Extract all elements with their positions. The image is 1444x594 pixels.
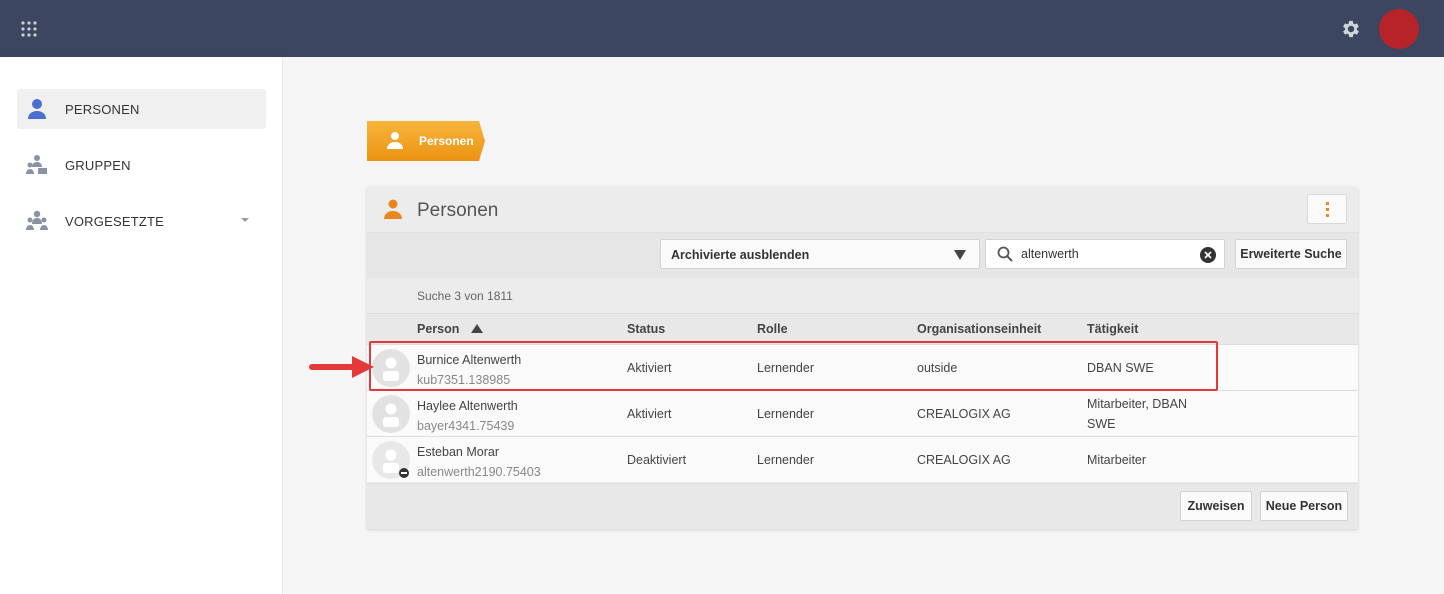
chevron-down-icon[interactable] <box>241 218 249 222</box>
table-row[interactable]: Haylee Altenwerth bayer4341.75439 Aktivi… <box>367 390 1358 436</box>
sidebar-item-vorgesetzte[interactable]: VORGESETZTE <box>17 201 266 241</box>
panel-title: Personen <box>417 200 499 221</box>
person-name: Haylee Altenwerth <box>417 399 518 413</box>
panel-footer: Zuweisen Neue Person <box>367 483 1358 529</box>
person-icon <box>384 199 402 219</box>
breadcrumb-label: Personen <box>419 134 474 148</box>
column-header-organisationseinheit[interactable]: Organisationseinheit <box>917 322 1041 336</box>
column-header-taetigkeit[interactable]: Tätigkeit <box>1087 322 1138 336</box>
search-icon <box>997 246 1013 262</box>
result-count: Suche 3 von 1811 <box>417 289 513 303</box>
dropdown-arrow-icon <box>954 250 966 260</box>
person-icon <box>28 99 46 119</box>
status-cell: Deaktiviert <box>627 453 687 467</box>
red-arrow-annotation-icon <box>309 356 374 378</box>
sidebar-item-label: PERSONEN <box>65 102 140 117</box>
more-menu-button[interactable] <box>1307 194 1347 224</box>
grid-apps-icon[interactable] <box>20 20 38 38</box>
column-header-label: Person <box>417 322 460 336</box>
archive-filter-value: Archivierte ausblenden <box>671 248 810 262</box>
org-cell: outside <box>917 361 958 375</box>
breadcrumb-personen[interactable]: Personen <box>367 121 485 161</box>
search-box <box>985 239 1225 269</box>
filter-bar: Archivierte ausblenden Erweiterte Suche <box>367 233 1358 278</box>
sidebar-item-label: GRUPPEN <box>65 158 131 173</box>
table-row[interactable]: Burnice Altenwerth kub7351.138985 Aktivi… <box>367 344 1358 390</box>
person-login: bayer4341.75439 <box>417 419 515 433</box>
assign-button[interactable]: Zuweisen <box>1180 491 1252 521</box>
person-placeholder-avatar <box>372 349 410 387</box>
activity-cell: Mitarbeiter <box>1087 453 1147 467</box>
archive-filter-select[interactable]: Archivierte ausblenden <box>660 239 980 269</box>
person-icon <box>387 132 403 149</box>
person-name: Burnice Altenwerth <box>417 353 522 367</box>
activity-cell: Mitarbeiter, DBAN <box>1087 397 1188 411</box>
role-cell: Lernender <box>757 361 814 375</box>
person-login: kub7351.138985 <box>417 373 511 387</box>
column-header-person[interactable]: Person <box>417 322 484 336</box>
persons-panel: Personen Archivierte ausblenden Erweiter… <box>367 187 1358 529</box>
org-cell: CREALOGIX AG <box>917 407 1011 421</box>
person-placeholder-avatar <box>372 441 410 479</box>
sidebar-item-gruppen[interactable]: GRUPPEN <box>17 145 266 185</box>
user-avatar[interactable] <box>1379 9 1419 49</box>
sort-ascending-icon <box>471 324 484 333</box>
sidebar-item-label: VORGESETZTE <box>65 214 164 229</box>
top-bar <box>0 0 1444 57</box>
group-icon <box>26 155 47 174</box>
role-cell: Lernender <box>757 407 814 421</box>
table-row[interactable]: Esteban Morar altenwerth2190.75403 Deakt… <box>367 436 1358 482</box>
activity-cell: DBAN SWE <box>1087 361 1154 375</box>
table-header: Person Status Rolle Organisationseinheit… <box>367 313 1358 344</box>
column-header-rolle[interactable]: Rolle <box>757 322 788 336</box>
gear-icon[interactable] <box>1340 18 1362 40</box>
person-login: altenwerth2190.75403 <box>417 465 541 479</box>
new-person-button[interactable]: Neue Person <box>1260 491 1348 521</box>
role-cell: Lernender <box>757 453 814 467</box>
sidebar: PERSONEN GRUPPEN VORGESETZTE <box>0 57 283 594</box>
sidebar-item-personen[interactable]: PERSONEN <box>17 89 266 129</box>
clear-search-icon[interactable] <box>1200 247 1216 263</box>
panel-header: Personen <box>367 187 1358 233</box>
activity-cell-line2: SWE <box>1087 417 1116 431</box>
extended-search-button[interactable]: Erweiterte Suche <box>1235 239 1347 269</box>
person-placeholder-avatar <box>372 395 410 433</box>
status-cell: Aktiviert <box>627 361 672 375</box>
status-cell: Aktiviert <box>627 407 672 421</box>
search-input[interactable] <box>1021 245 1191 263</box>
column-header-status[interactable]: Status <box>627 322 665 336</box>
person-name: Esteban Morar <box>417 445 499 459</box>
org-cell: CREALOGIX AG <box>917 453 1011 467</box>
supervisors-icon <box>26 210 48 230</box>
